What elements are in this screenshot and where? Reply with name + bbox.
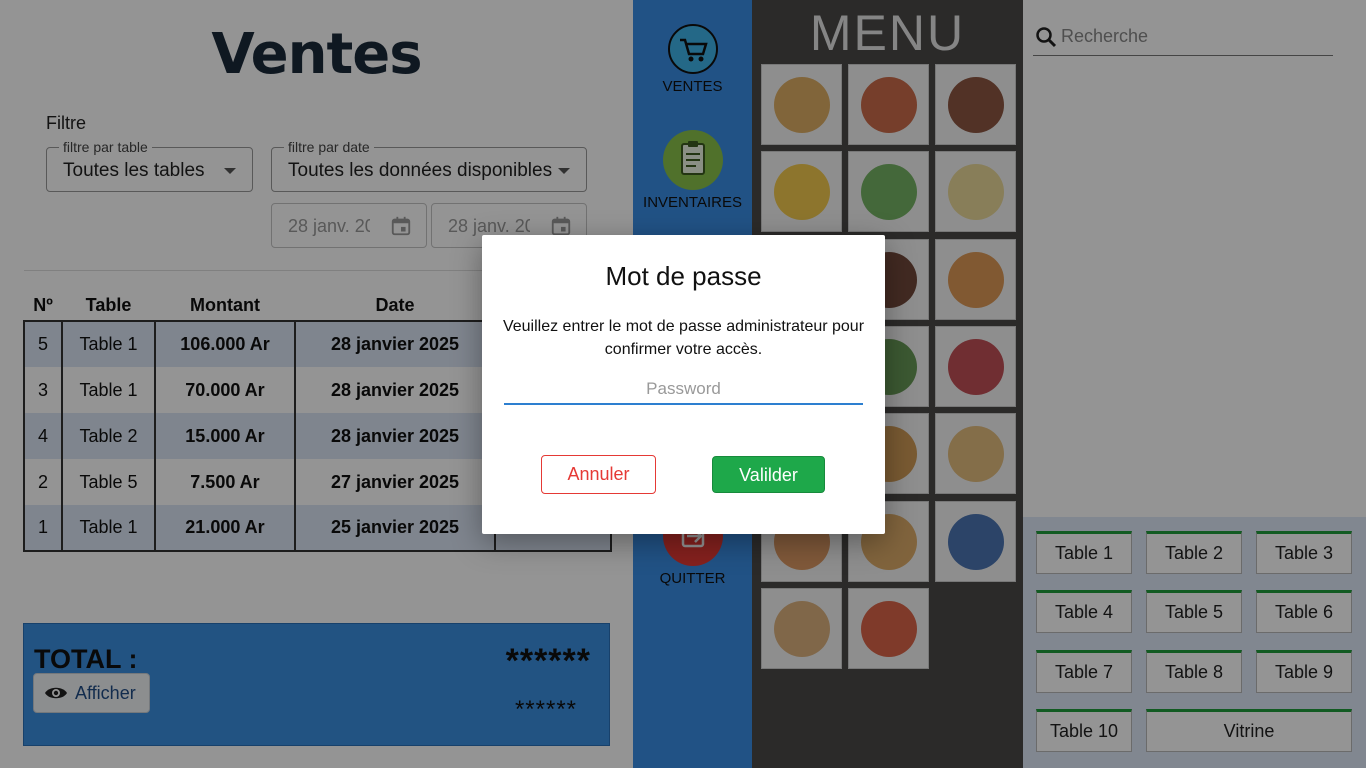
cancel-button[interactable]: Annuler xyxy=(541,455,656,494)
dialog-message: Veuillez entrer le mot de passe administ… xyxy=(502,318,865,358)
confirm-button[interactable]: Valilder xyxy=(712,456,825,493)
password-dialog: Mot de passe Veuillez entrer le mot de p… xyxy=(482,235,885,534)
password-field[interactable] xyxy=(504,375,863,405)
dialog-title: Mot de passe xyxy=(605,261,762,291)
